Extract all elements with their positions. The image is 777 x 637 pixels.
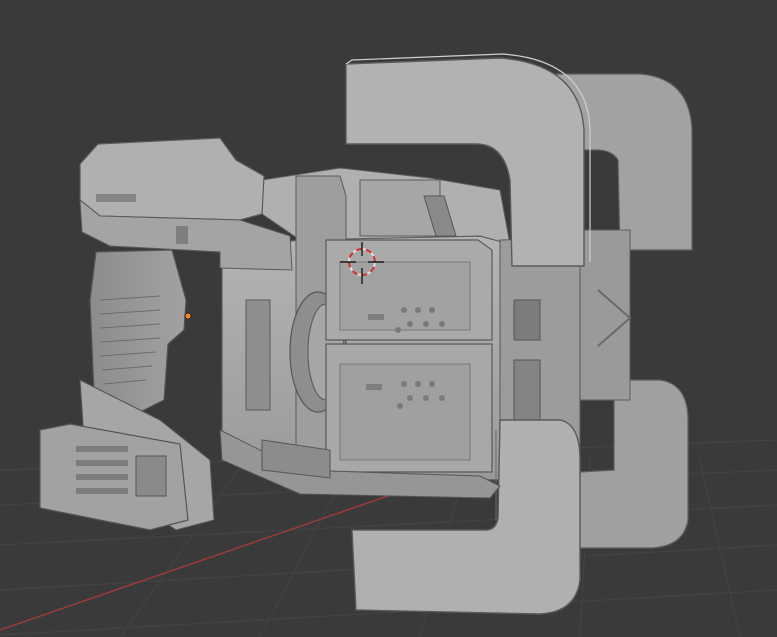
viewport-canvas[interactable] bbox=[0, 0, 777, 637]
object-origin-icon[interactable] bbox=[185, 313, 191, 319]
front-panel-lower[interactable] bbox=[326, 344, 492, 472]
3d-viewport[interactable] bbox=[0, 0, 777, 637]
gun-frame[interactable] bbox=[80, 138, 292, 270]
